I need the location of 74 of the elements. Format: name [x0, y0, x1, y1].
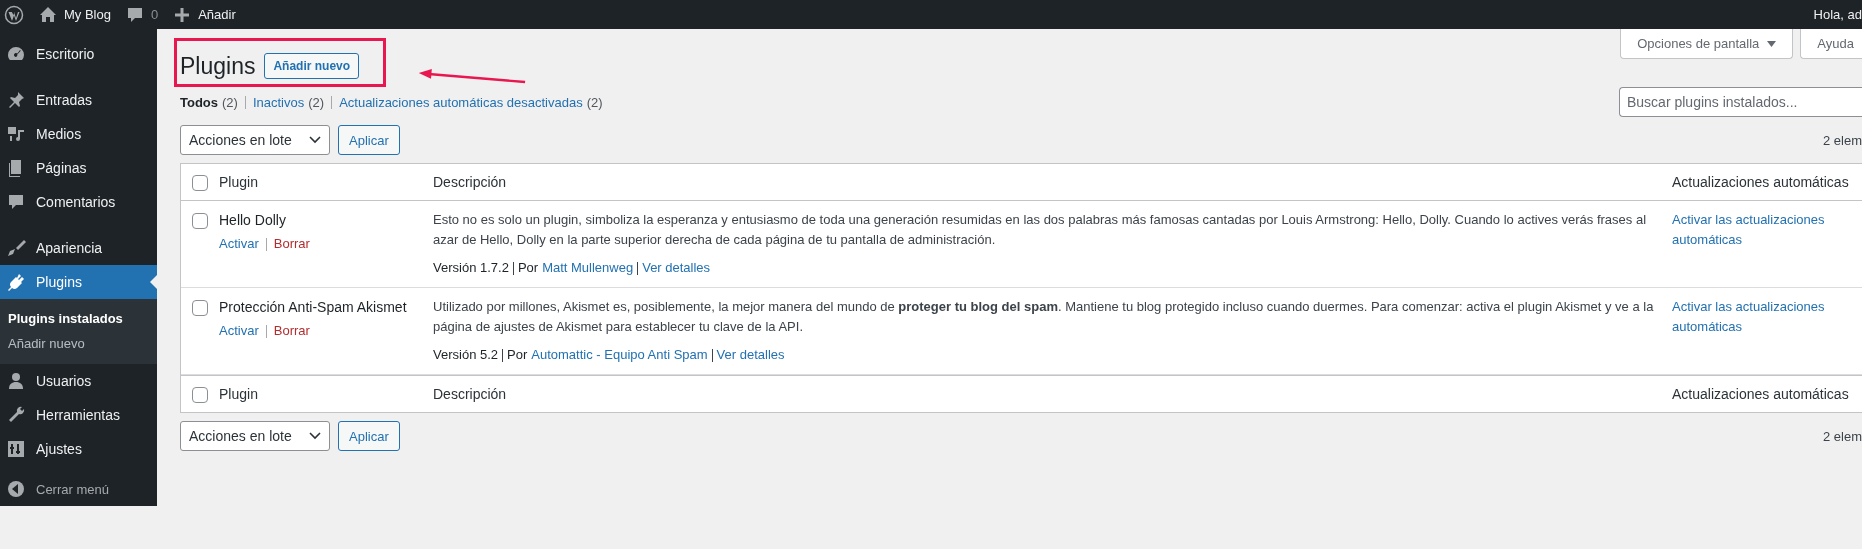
plug-icon: [6, 272, 26, 292]
chevron-down-icon: [309, 136, 321, 144]
column-header: Descripción: [433, 174, 507, 190]
version-text: Versión 1.7.2: [433, 259, 509, 277]
column-header: Actualizaciones automáticas: [1672, 386, 1849, 402]
wordpress-logo-icon: [4, 4, 24, 25]
filter-link[interactable]: Actualizaciones automáticas desactivadas: [339, 94, 583, 110]
details-link[interactable]: Ver detalles: [716, 345, 785, 365]
version-text: Versión 5.2: [433, 346, 499, 364]
bulk-actions-dropdown[interactable]: Acciones en lote: [180, 125, 330, 155]
page-title: Plugins: [180, 52, 256, 80]
plugin-name: Hello Dolly: [219, 211, 287, 230]
speech-bubble-icon: [6, 192, 26, 212]
apply-button[interactable]: Aplicar: [338, 421, 400, 451]
search-field[interactable]: Buscar plugins instalados...: [1619, 87, 1862, 117]
by-label: Por: [517, 259, 539, 277]
apply-button[interactable]: Aplicar: [338, 125, 400, 155]
sidebar-item[interactable]: Entradas: [0, 83, 157, 117]
enable-auto-updates-link[interactable]: Activar las actualizaciones automáticas: [1672, 297, 1852, 337]
checkbox[interactable]: [192, 300, 208, 316]
filter-count: (2): [586, 94, 603, 110]
plugin-description: Utilizado por millones, Akismet es, posiblemente, la mejor manera del mundo de proteger tu blog del spam. Mantiene tu blog protegido incluso cuando duermes. Para comenzar: activa el plugin Akismet y ve a la página de ajustes de Akismet para establecer tu clave de la API.: [433, 298, 1655, 336]
brush-icon: [6, 238, 26, 258]
sidebar-item[interactable]: Usuarios: [0, 364, 157, 398]
delete-link[interactable]: Borrar: [273, 321, 310, 341]
filter-count: (2): [308, 94, 325, 110]
screen-tab[interactable]: Opciones de pantalla: [1620, 29, 1794, 59]
by-label: Por: [507, 346, 528, 364]
greeting-link[interactable]: Hola, ad: [1813, 7, 1862, 22]
home-icon: [38, 4, 58, 25]
column-header: Plugin: [219, 174, 258, 190]
sliders-icon: [6, 439, 26, 459]
chevron-down-icon: [309, 432, 321, 440]
bulk-actions-dropdown[interactable]: Acciones en lote: [180, 421, 330, 451]
item-count: 2 elem: [1822, 428, 1862, 444]
item-count: 2 elem: [1822, 132, 1862, 148]
sidebar-item[interactable]: Herramientas: [0, 398, 157, 432]
caret-icon: [1767, 40, 1777, 47]
author-link[interactable]: Matt Mullenweg: [542, 258, 634, 278]
sidebar-item[interactable]: Apariencia: [0, 231, 157, 265]
new-link[interactable]: Añadir: [198, 7, 236, 22]
activate-link[interactable]: Activar: [219, 234, 259, 254]
collapse-menu-button[interactable]: Cerrar menú: [0, 472, 157, 506]
site-name-link[interactable]: My Blog: [64, 7, 111, 22]
filter-link[interactable]: Inactivos: [252, 94, 305, 110]
comment-count: 0: [150, 7, 159, 22]
column-header: Actualizaciones automáticas: [1672, 174, 1849, 190]
add-new-button[interactable]: Añadir nuevo: [264, 53, 360, 79]
checkbox[interactable]: [192, 175, 208, 191]
submenu-item[interactable]: Añadir nuevo: [0, 331, 157, 356]
plugin-name: Protección Anti-Spam Akismet: [219, 298, 408, 317]
user-icon: [6, 371, 26, 391]
plugin-description: Esto no es solo un plugin, simboliza la esperanza y entusiasmo de toda una generación resumidas en las dos palabras más famosas cantadas por Louis Armstrong: Hello, Dolly. Cuando lo actives verás frases al azar de Hello, Dolly en la parte superior derecha de cada página de tu pantalla de administración.: [433, 211, 1648, 249]
details-link[interactable]: Ver detalles: [642, 258, 711, 278]
collapse-icon: [6, 479, 26, 499]
filter-count: (2): [222, 94, 238, 110]
filter-link[interactable]: Todos: [180, 94, 219, 110]
column-header: Descripción: [433, 386, 507, 402]
sidebar-item[interactable]: Comentarios: [0, 185, 157, 219]
sidebar-item[interactable]: Medios: [0, 117, 157, 151]
sidebar-item[interactable]: Escritorio: [0, 37, 157, 71]
sidebar-item[interactable]: Páginas: [0, 151, 157, 185]
delete-link[interactable]: Borrar: [273, 234, 310, 254]
media-icon: [6, 124, 26, 144]
checkbox[interactable]: [192, 387, 208, 403]
sidebar-item[interactable]: Plugins: [0, 265, 157, 299]
activate-link[interactable]: Activar: [219, 321, 259, 341]
screen-tab[interactable]: Ayuda: [1800, 29, 1862, 59]
checkbox[interactable]: [192, 213, 208, 229]
column-header: Plugin: [219, 386, 258, 402]
submenu-item[interactable]: Plugins instalados: [0, 306, 157, 331]
enable-auto-updates-link[interactable]: Activar las actualizaciones automáticas: [1672, 210, 1852, 250]
author-link[interactable]: Automattic - Equipo Anti Spam: [531, 345, 708, 365]
sidebar-item[interactable]: Ajustes: [0, 432, 157, 466]
